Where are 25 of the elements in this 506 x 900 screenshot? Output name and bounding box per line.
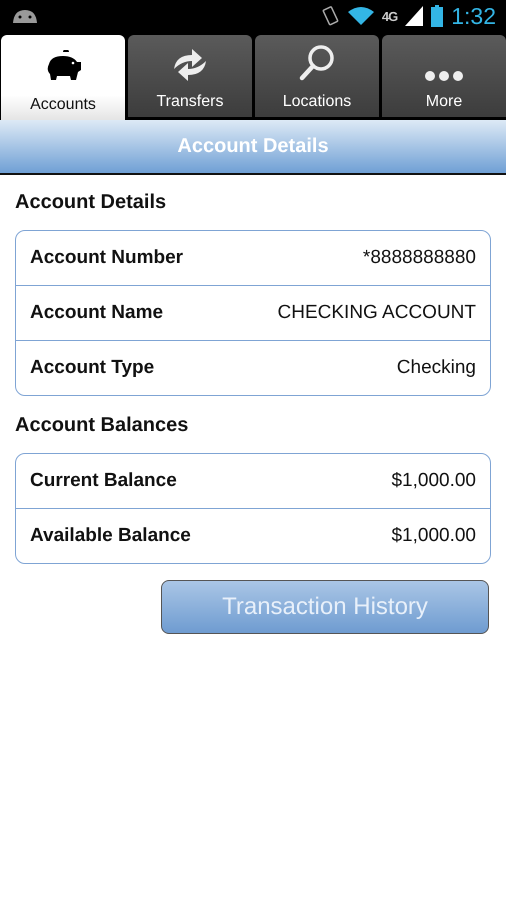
section-title: Account Details bbox=[15, 191, 168, 214]
field-value: $1,000.00 bbox=[391, 525, 476, 547]
vibrate-icon bbox=[320, 5, 340, 27]
field-value: $1,000.00 bbox=[391, 470, 476, 492]
field-label: Current Balance bbox=[30, 470, 177, 492]
field-label: Available Balance bbox=[30, 525, 191, 547]
header-title: Account Details bbox=[177, 135, 329, 158]
signal-icon bbox=[405, 6, 424, 26]
nav-tab[interactable]: More bbox=[382, 35, 506, 117]
network-type: 4G bbox=[382, 8, 398, 24]
section-title: Account Balances bbox=[15, 414, 190, 437]
field-label: Account Type bbox=[30, 357, 154, 379]
android-icon bbox=[12, 8, 38, 24]
field-value: CHECKING ACCOUNT bbox=[278, 302, 476, 324]
clock-time: 1:32 bbox=[451, 2, 496, 30]
field-label: Account Number bbox=[30, 247, 184, 269]
wifi-icon bbox=[348, 6, 374, 26]
nav-tab[interactable]: Transfers bbox=[128, 35, 252, 117]
nav-tab[interactable]: Accounts bbox=[1, 35, 125, 120]
nav-tab[interactable]: Locations bbox=[255, 35, 379, 117]
field-value: Checking bbox=[396, 357, 476, 379]
battery-icon bbox=[431, 5, 444, 27]
field-label: Account Name bbox=[30, 302, 164, 324]
more-dots-icon bbox=[424, 69, 464, 83]
field-value: *8888888880 bbox=[362, 247, 476, 269]
